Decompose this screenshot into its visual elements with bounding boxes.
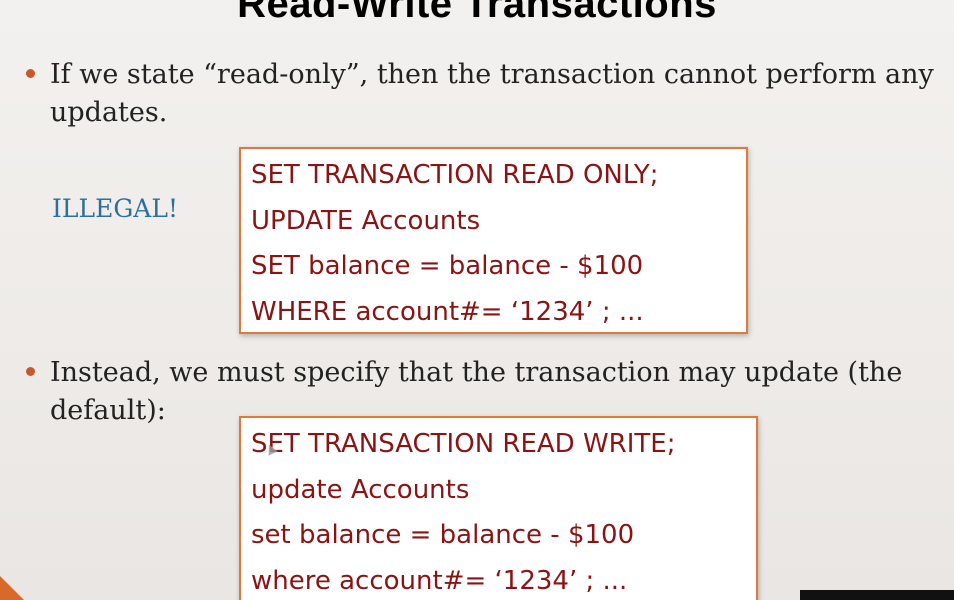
code-line: SET TRANSACTION READ ONLY; xyxy=(251,160,659,190)
bullet-dot-icon xyxy=(26,367,35,376)
code-line: WHERE account#= ‘1234’ ; ... xyxy=(251,296,644,327)
bullet-item-read-only: If we state “read-only”, then the transa… xyxy=(26,56,946,132)
illegal-label: ILLEGAL! xyxy=(52,194,179,223)
code-box-read-only: SET TRANSACTION READ ONLY; UPDATE Accoun… xyxy=(239,147,748,334)
corner-triangle-decoration xyxy=(0,576,24,600)
code-line: SET TRANSACTION READ WRITE; xyxy=(251,429,676,459)
code-line: update Accounts xyxy=(251,474,470,505)
participant-name-tag xyxy=(800,590,954,600)
code-line: UPDATE Accounts xyxy=(251,205,481,236)
bullet-dot-icon xyxy=(26,69,35,78)
code-box-read-write: SET TRANSACTION READ WRITE; update Accou… xyxy=(239,416,758,600)
code-line: where account#= ‘1234’ ; ... xyxy=(251,565,628,596)
code-line: set balance = balance - $100 xyxy=(251,520,635,550)
code-line: SET balance = balance - $100 xyxy=(251,251,644,281)
bullet-text-read-only: If we state “read-only”, then the transa… xyxy=(50,59,934,128)
slide-title: Read-Write Transactions xyxy=(237,0,717,26)
